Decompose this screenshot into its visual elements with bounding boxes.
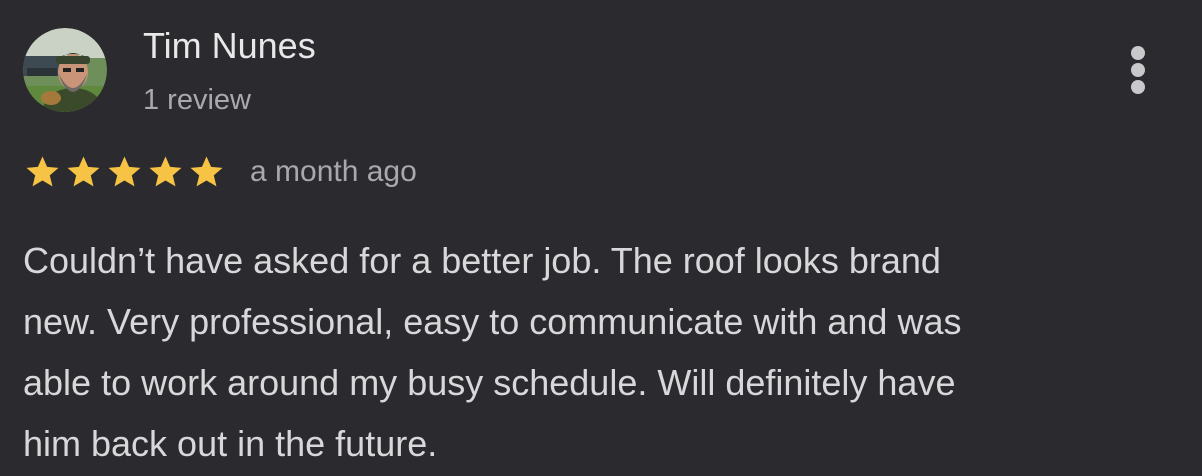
- review-text-line: new. Very professional, easy to communic…: [23, 301, 962, 342]
- reviewer-review-count: 1 review: [143, 84, 251, 116]
- review-text-line: Couldn’t have asked for a better job. Th…: [23, 240, 941, 281]
- star-icon: [190, 156, 223, 187]
- review-date: a month ago: [250, 155, 417, 188]
- star-icon: [26, 156, 59, 187]
- reviewer-name[interactable]: Tim Nunes: [143, 24, 316, 68]
- rating-row: a month ago: [22, 152, 417, 192]
- star-icon: [67, 156, 100, 187]
- star-icon: [108, 156, 141, 187]
- more-vert-icon-dot: [1131, 80, 1145, 94]
- more-vert-icon-dot: [1131, 63, 1145, 77]
- review-body: Couldn’t have asked for a better job. Th…: [23, 230, 1183, 474]
- more-options-button[interactable]: [1118, 40, 1158, 100]
- reviewer-avatar[interactable]: [23, 28, 107, 112]
- more-vert-icon-dot: [1131, 46, 1145, 60]
- star-rating: [22, 153, 227, 191]
- review-text-line: him back out in the future.: [23, 423, 438, 464]
- star-icon: [149, 156, 182, 187]
- review-text-line: able to work around my busy schedule. Wi…: [23, 362, 956, 403]
- avatar-photo-icon: [23, 28, 107, 112]
